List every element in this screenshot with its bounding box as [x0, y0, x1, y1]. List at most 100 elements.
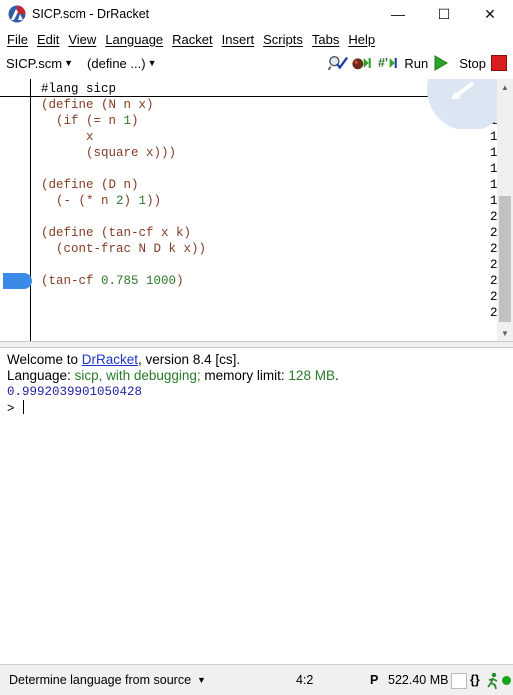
menu-tabs-label: Tabs — [311, 31, 340, 47]
code-line: (define (D n) — [41, 177, 139, 193]
menu-scripts[interactable]: Scripts — [260, 32, 309, 47]
code-line: (tan-cf 0.785 1000) — [41, 273, 184, 289]
memory-usage[interactable]: 522.40 MB — [388, 673, 448, 687]
welcome-suffix: , version 8.4 [cs]. — [138, 352, 241, 367]
lang-line: #lang sicp — [41, 82, 117, 96]
menu-bar: File Edit View Language Racket Insert Sc… — [0, 28, 513, 50]
minimize-button[interactable]: — — [375, 0, 421, 28]
interactions-pane[interactable]: Welcome to DrRacket, version 8.4 [cs]. L… — [0, 348, 513, 664]
menu-insert[interactable]: Insert — [219, 32, 261, 47]
result-value: 0.9992039901050428 — [7, 385, 143, 399]
menu-view[interactable]: View — [65, 32, 102, 47]
text-caret — [22, 400, 24, 414]
code-line: (define (tan-cf x k) — [41, 225, 191, 241]
code-line: (- (* n 2) 1)) — [41, 193, 161, 209]
menu-language-label: Language — [105, 31, 164, 47]
chevron-down-icon: ▼ — [197, 675, 206, 685]
code-line: x — [41, 129, 94, 145]
debug-bug-icon — [352, 58, 372, 70]
scroll-down-arrow-icon[interactable]: ▼ — [497, 325, 513, 341]
memory-suffix: . — [334, 368, 339, 383]
repl-prompt: > — [7, 402, 15, 416]
maximize-button[interactable]: ☐ — [421, 0, 467, 28]
scrollbar-thumb[interactable] — [499, 196, 511, 322]
code-token: (square x))) — [41, 146, 177, 160]
editor-scrollbar[interactable]: ▲ ▼ — [497, 79, 513, 341]
number-literal: 1 — [123, 114, 132, 128]
magnifier-check-icon — [328, 55, 349, 71]
running-man-icon — [487, 672, 498, 690]
welcome-prefix: Welcome to — [7, 352, 82, 367]
window-title: SICP.scm - DrRacket — [32, 7, 150, 21]
code-token: (define (N n x) — [41, 98, 154, 112]
code-token: (define (D n) — [41, 178, 139, 192]
number-literal: 0.785 — [101, 274, 139, 288]
code-line: (if (= n 1) — [41, 113, 139, 129]
define-dropdown[interactable]: (define ...) ▼ — [87, 56, 156, 71]
language-value: sicp, with debugging; — [74, 368, 201, 383]
menu-help[interactable]: Help — [345, 32, 381, 47]
file-dropdown[interactable]: SICP.scm ▼ — [6, 56, 73, 71]
status-bar: Determine language from source ▼ 4:2 P 5… — [0, 664, 513, 695]
toolbar: SICP.scm ▼ (define ...) ▼ #' Run Stop — [0, 50, 513, 76]
p-indicator: P — [370, 673, 379, 687]
run-button-label[interactable]: Run — [404, 56, 428, 71]
stop-button-label[interactable]: Stop — [459, 56, 486, 71]
breakpoint-marker[interactable] — [3, 273, 32, 289]
drracket-logo-icon — [8, 5, 26, 23]
macro-stepper-button[interactable]: #' — [378, 54, 398, 72]
check-syntax-button[interactable] — [328, 54, 349, 72]
define-dropdown-label: (define ...) — [87, 55, 146, 71]
number-literal: 2 — [116, 194, 124, 208]
menu-insert-label: Insert — [221, 31, 255, 47]
svg-text:#': #' — [378, 56, 388, 70]
stop-square-icon — [491, 55, 507, 71]
menu-file-label: File — [7, 31, 28, 47]
number-literal: 1 — [138, 194, 147, 208]
corner-arrow-icon — [417, 79, 497, 129]
code-token: )) — [146, 194, 162, 208]
stop-button[interactable] — [489, 54, 509, 72]
language-line: Language: sicp, with debugging; memory l… — [7, 368, 506, 384]
language-selector-label: Determine language from source — [9, 673, 192, 687]
file-dropdown-label: SICP.scm — [6, 55, 63, 71]
menu-edit[interactable]: Edit — [34, 32, 65, 47]
line-number-gutter — [0, 79, 31, 341]
menu-tabs[interactable]: Tabs — [309, 32, 345, 47]
prompt-line[interactable]: > — [7, 400, 506, 416]
status-box — [451, 673, 467, 689]
code-token: ) — [131, 114, 139, 128]
drracket-link[interactable]: DrRacket — [82, 352, 138, 367]
title-bar: SICP.scm - DrRacket — ☐ ✕ — [0, 0, 513, 28]
chevron-down-icon: ▼ — [64, 58, 74, 68]
code-token: (- (* n — [41, 194, 117, 208]
menu-view-label: View — [68, 31, 97, 47]
code-token: x — [41, 130, 94, 144]
close-button[interactable]: ✕ — [467, 0, 513, 28]
definitions-editor[interactable]: 1 #lang sicp 13(define (N n x)14 (if (= … — [0, 79, 513, 341]
scroll-up-arrow-icon[interactable]: ▲ — [497, 79, 513, 95]
code-token: (if (= n — [41, 114, 124, 128]
number-literal: 1000 — [146, 274, 177, 288]
status-indicator-dot — [502, 676, 511, 685]
debug-button[interactable] — [352, 54, 372, 72]
code-token: ) — [123, 194, 139, 208]
code-token: ) — [176, 274, 184, 288]
language-prefix: Language: — [7, 368, 75, 383]
code-line: (define (N n x) — [41, 97, 154, 113]
pane-splitter[interactable] — [0, 341, 513, 348]
menu-help-label: Help — [348, 31, 376, 47]
menu-racket-label: Racket — [172, 31, 213, 47]
menu-file[interactable]: File — [4, 32, 34, 47]
menu-edit-label: Edit — [36, 31, 60, 47]
run-button[interactable] — [431, 54, 451, 72]
code-token: (tan-cf — [41, 274, 102, 288]
chevron-down-icon: ▼ — [147, 58, 157, 68]
menu-language[interactable]: Language — [102, 32, 169, 47]
code-line: (square x))) — [41, 145, 176, 161]
code-line: (cont-frac N D k x)) — [41, 241, 206, 257]
menu-racket[interactable]: Racket — [169, 32, 218, 47]
cursor-position: 4:2 — [296, 673, 314, 687]
language-selector[interactable]: Determine language from source ▼ — [9, 673, 206, 687]
